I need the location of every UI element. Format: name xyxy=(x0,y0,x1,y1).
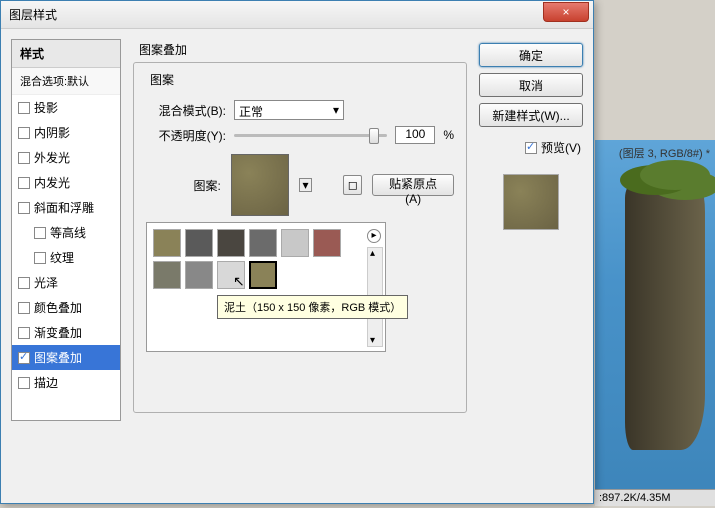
sidebar-item[interactable]: 内阴影 xyxy=(12,120,120,145)
sidebar-item[interactable]: 光泽 xyxy=(12,270,120,295)
preview-checkbox-row[interactable]: 预览(V) xyxy=(481,139,581,156)
blending-options-item[interactable]: 混合选项:默认 xyxy=(12,68,120,95)
status-bar: :897.2K/4.35M xyxy=(595,489,715,506)
ok-button[interactable]: 确定 xyxy=(479,43,583,67)
sidebar-item-label: 斜面和浮雕 xyxy=(34,199,94,216)
style-checkbox[interactable] xyxy=(18,177,30,189)
close-button[interactable]: × xyxy=(543,2,589,22)
pattern-dropdown-icon[interactable]: ▾ xyxy=(299,178,312,192)
sidebar-item[interactable]: 渐变叠加 xyxy=(12,320,120,345)
sidebar-item-label: 图案叠加 xyxy=(34,349,82,366)
style-checkbox[interactable] xyxy=(34,252,46,264)
snap-origin-button[interactable]: 贴紧原点(A) xyxy=(372,174,454,196)
fieldset-legend: 图案 xyxy=(146,71,178,88)
style-checkbox[interactable] xyxy=(18,277,30,289)
canvas-image xyxy=(625,170,705,450)
style-checkbox[interactable] xyxy=(18,352,30,364)
style-checkbox[interactable] xyxy=(18,102,30,114)
background-canvas xyxy=(595,140,715,500)
style-checkbox[interactable] xyxy=(18,327,30,339)
pattern-swatch[interactable] xyxy=(231,154,289,216)
opacity-unit: % xyxy=(443,128,454,142)
style-checkbox[interactable] xyxy=(18,377,30,389)
blend-mode-combo[interactable]: 正常 xyxy=(234,100,344,120)
style-checkbox[interactable] xyxy=(34,227,46,239)
sidebar-item-label: 投影 xyxy=(34,99,58,116)
preview-label: 预览(V) xyxy=(541,139,581,156)
sidebar-item[interactable]: 投影 xyxy=(12,95,120,120)
pattern-thumb[interactable] xyxy=(281,229,309,257)
pattern-thumb[interactable] xyxy=(153,261,181,289)
pattern-thumb[interactable] xyxy=(249,229,277,257)
layer-style-dialog: 图层样式 × 样式 混合选项:默认 投影内阴影外发光内发光斜面和浮雕等高线纹理光… xyxy=(0,0,594,504)
pattern-thumb[interactable] xyxy=(313,229,341,257)
sidebar-item[interactable]: 斜面和浮雕 xyxy=(12,195,120,220)
style-checkbox[interactable] xyxy=(18,202,30,214)
pattern-thumb[interactable] xyxy=(185,229,213,257)
blend-mode-label: 混合模式(B): xyxy=(146,102,226,119)
preview-checkbox[interactable] xyxy=(525,142,537,154)
pattern-thumb[interactable] xyxy=(217,261,245,289)
pattern-thumb[interactable] xyxy=(185,261,213,289)
pattern-tooltip: 泥土（150 x 150 像素，RGB 模式） xyxy=(217,295,408,319)
pattern-label: 图案: xyxy=(146,177,221,194)
opacity-slider[interactable] xyxy=(234,134,387,137)
picker-menu-icon[interactable]: ▸ xyxy=(367,229,381,243)
opacity-value[interactable]: 100 xyxy=(395,126,435,144)
main-panel: 图案叠加 图案 混合模式(B): 正常 不透明度(Y): 100 % 图案: xyxy=(133,39,467,421)
style-checkbox[interactable] xyxy=(18,302,30,314)
sidebar-item-label: 纹理 xyxy=(50,249,74,266)
opacity-label: 不透明度(Y): xyxy=(146,127,226,144)
document-title: (图层 3, RGB/8#) * xyxy=(619,145,710,161)
sidebar-head[interactable]: 样式 xyxy=(12,40,120,68)
sidebar-item[interactable]: 描边 xyxy=(12,370,120,395)
opacity-slider-thumb[interactable] xyxy=(369,128,379,144)
new-style-button[interactable]: 新建样式(W)... xyxy=(479,103,583,127)
sidebar-item-label: 光泽 xyxy=(34,274,58,291)
preview-thumbnail xyxy=(503,174,559,230)
sidebar-item-label: 描边 xyxy=(34,374,58,391)
style-checkbox[interactable] xyxy=(18,127,30,139)
pattern-thumb[interactable] xyxy=(217,229,245,257)
cancel-button[interactable]: 取消 xyxy=(479,73,583,97)
dialog-title: 图层样式 xyxy=(9,6,543,23)
canvas-image-foliage xyxy=(640,160,710,190)
sidebar-item[interactable]: 内发光 xyxy=(12,170,120,195)
pattern-fieldset: 图案 混合模式(B): 正常 不透明度(Y): 100 % 图案: ▾ xyxy=(133,62,467,413)
sidebar-item[interactable]: 图案叠加 xyxy=(12,345,120,370)
sidebar-item[interactable]: 外发光 xyxy=(12,145,120,170)
sidebar-item[interactable]: 颜色叠加 xyxy=(12,295,120,320)
sidebar-item-label: 内发光 xyxy=(34,174,70,191)
pattern-thumb[interactable] xyxy=(153,229,181,257)
sidebar-item[interactable]: 纹理 xyxy=(12,245,120,270)
sidebar-item-label: 内阴影 xyxy=(34,124,70,141)
new-preset-button[interactable]: ◻ xyxy=(343,175,362,195)
sidebar-item-label: 颜色叠加 xyxy=(34,299,82,316)
sidebar-item-label: 渐变叠加 xyxy=(34,324,82,341)
sidebar-item[interactable]: 等高线 xyxy=(12,220,120,245)
pattern-thumb[interactable] xyxy=(249,261,277,289)
pattern-picker-panel: ▸ 泥土（150 x 150 像素，RGB 模式） ↖ xyxy=(146,222,386,352)
dialog-titlebar[interactable]: 图层样式 × xyxy=(1,1,593,29)
section-title: 图案叠加 xyxy=(133,39,467,62)
style-checkbox[interactable] xyxy=(18,152,30,164)
sidebar-item-label: 外发光 xyxy=(34,149,70,166)
sidebar-item-label: 等高线 xyxy=(50,224,86,241)
styles-sidebar: 样式 混合选项:默认 投影内阴影外发光内发光斜面和浮雕等高线纹理光泽颜色叠加渐变… xyxy=(11,39,121,421)
right-buttons: 确定 取消 新建样式(W)... 预览(V) xyxy=(479,43,583,421)
